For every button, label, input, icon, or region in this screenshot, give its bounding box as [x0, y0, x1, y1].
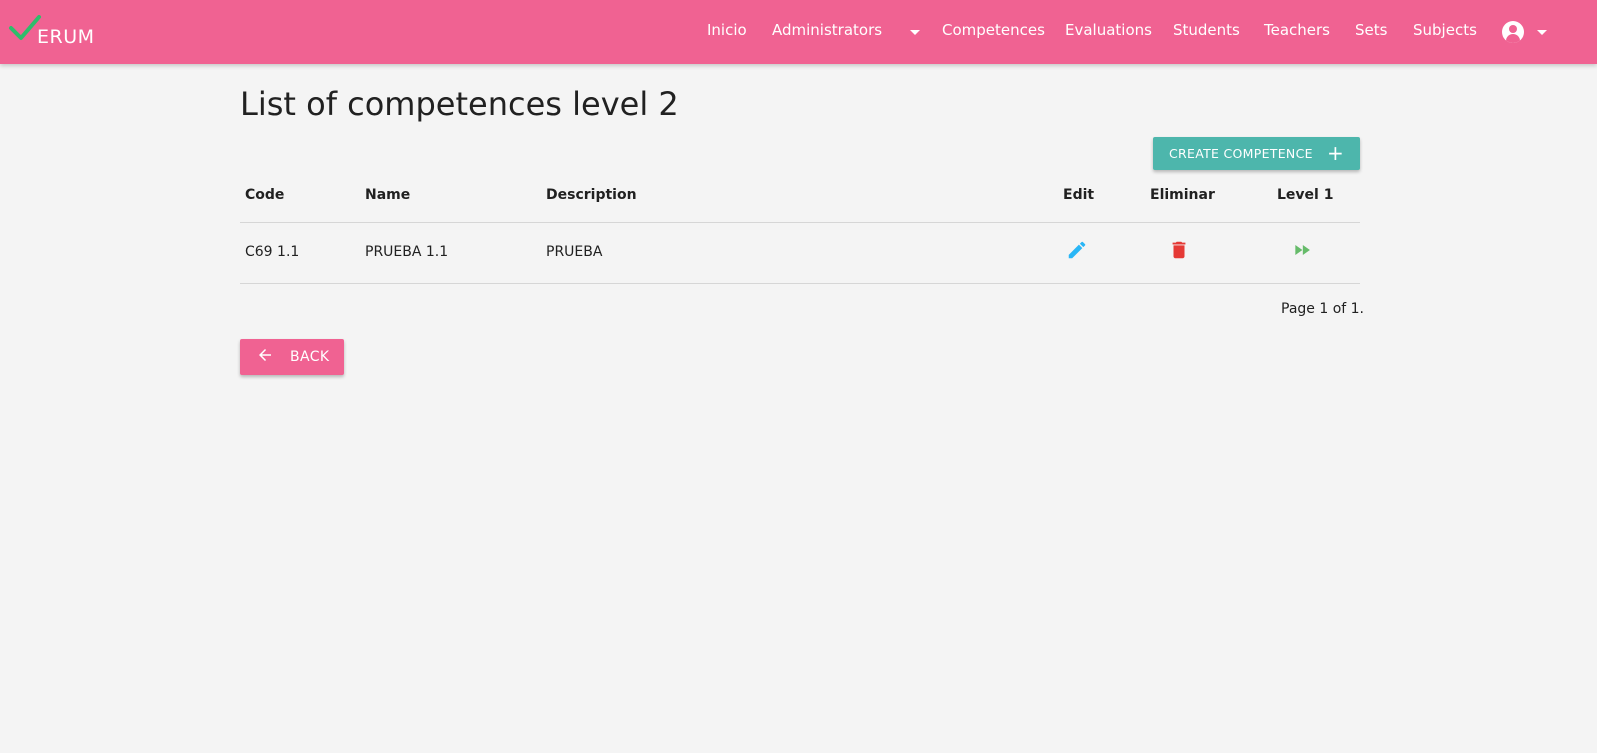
- column-header-eliminar: Eliminar: [1150, 187, 1215, 203]
- top-navbar: ERUM Inicio Administrators Competences E…: [0, 0, 1597, 64]
- nav-item-teachers[interactable]: Teachers: [1264, 21, 1330, 39]
- header-divider: [240, 222, 1360, 223]
- column-header-description: Description: [546, 187, 637, 203]
- nav-item-administrators[interactable]: Administrators: [772, 21, 882, 39]
- nav-item-evaluations[interactable]: Evaluations: [1065, 21, 1152, 39]
- nav-item-subjects[interactable]: Subjects: [1413, 21, 1477, 39]
- pencil-icon[interactable]: [1066, 239, 1088, 265]
- create-competence-button[interactable]: CREATE COMPETENCE +: [1153, 137, 1360, 170]
- column-header-edit: Edit: [1063, 187, 1095, 203]
- arrow-left-icon: [256, 346, 274, 369]
- trash-icon[interactable]: [1168, 239, 1190, 265]
- account-menu-chevron-icon[interactable]: [1537, 30, 1547, 35]
- nav-item-students[interactable]: Students: [1173, 21, 1240, 39]
- cell-description: PRUEBA: [546, 244, 603, 260]
- page-title: List of competences level 2: [240, 85, 679, 123]
- cell-name: PRUEBA 1.1: [365, 244, 449, 260]
- cell-code: C69 1.1: [245, 244, 300, 260]
- column-header-code: Code: [245, 187, 285, 203]
- column-header-level-1: Level 1: [1277, 187, 1334, 203]
- back-button[interactable]: BACK: [240, 339, 344, 375]
- back-label: BACK: [290, 349, 330, 365]
- fast-forward-icon[interactable]: [1291, 240, 1313, 264]
- nav-item-competences[interactable]: Competences: [942, 21, 1045, 39]
- column-header-name: Name: [365, 187, 411, 203]
- nav-item-sets[interactable]: Sets: [1355, 21, 1387, 39]
- account-circle-icon[interactable]: [1502, 21, 1524, 43]
- logo-text: ERUM: [37, 26, 95, 48]
- chevron-down-icon[interactable]: [910, 30, 920, 35]
- create-competence-label: CREATE COMPETENCE: [1169, 146, 1313, 161]
- nav-item-inicio[interactable]: Inicio: [707, 21, 747, 39]
- app-logo[interactable]: ERUM: [8, 12, 108, 48]
- plus-icon: +: [1327, 141, 1345, 165]
- row-divider: [240, 283, 1360, 284]
- pagination-info: Page 1 of 1.: [1281, 301, 1365, 317]
